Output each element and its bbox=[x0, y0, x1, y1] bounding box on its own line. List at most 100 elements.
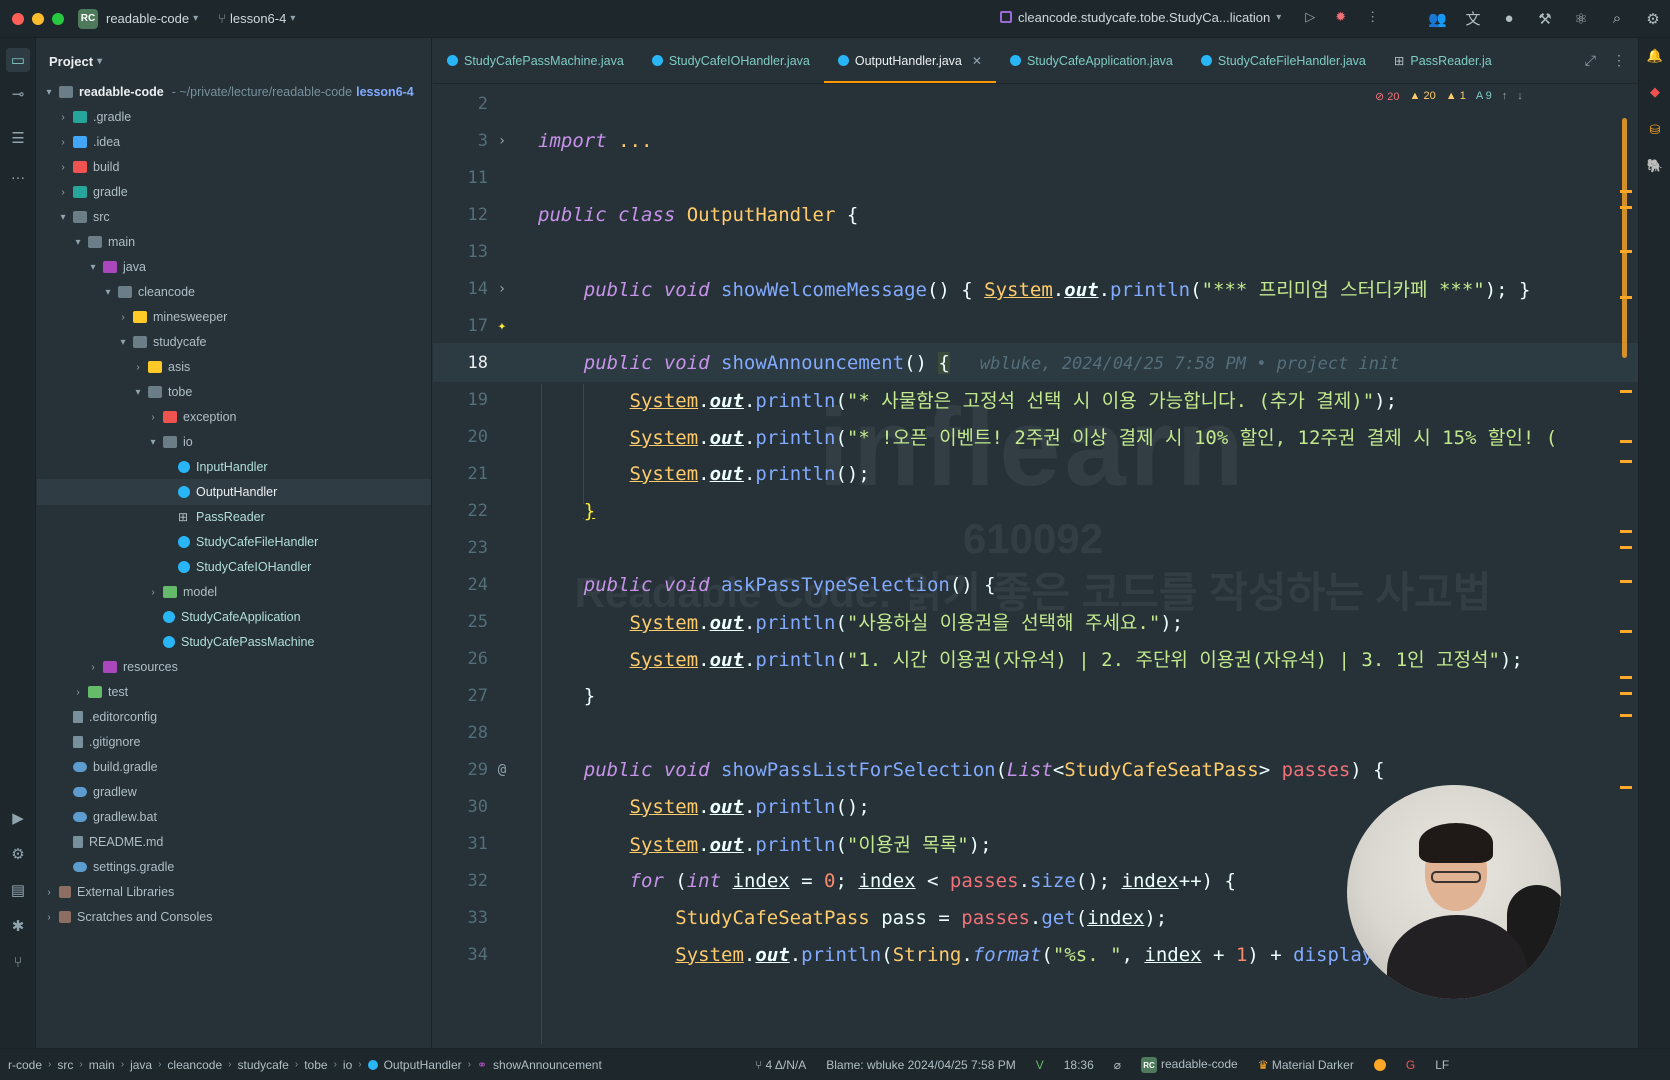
breadcrumb-item[interactable]: src bbox=[57, 1058, 73, 1072]
ai-assistant-icon[interactable]: ● bbox=[1500, 10, 1518, 27]
tree-item[interactable]: StudyCafeIOHandler bbox=[37, 554, 431, 580]
tree-item[interactable]: StudyCafeApplication bbox=[37, 604, 431, 630]
error-marker[interactable] bbox=[1620, 390, 1632, 393]
caret-position[interactable]: 18:36 bbox=[1064, 1058, 1094, 1072]
project-panel-header[interactable]: Project ▾ bbox=[37, 38, 431, 84]
status-dot-icon[interactable] bbox=[1373, 1059, 1386, 1071]
project-switcher[interactable]: readable-code ▾ bbox=[106, 11, 198, 26]
tree-item[interactable]: › model bbox=[37, 579, 431, 605]
tree-item[interactable]: ▾ cleancode bbox=[37, 279, 431, 305]
tab-passreader[interactable]: ⊞ PassReader.ja bbox=[1380, 38, 1506, 83]
folded-imports[interactable]: ... bbox=[618, 130, 652, 152]
terminal-icon[interactable]: ▤ bbox=[6, 878, 30, 902]
breadcrumb-item[interactable]: tobe bbox=[304, 1058, 327, 1072]
fold-icon[interactable]: › bbox=[488, 133, 516, 149]
error-marker[interactable] bbox=[1620, 250, 1632, 253]
tree-item[interactable]: › gradle bbox=[37, 179, 431, 205]
fold-icon[interactable]: › bbox=[488, 281, 516, 297]
notifications-icon[interactable]: 🔔 bbox=[1647, 48, 1663, 64]
tree-item[interactable]: settings.gradle bbox=[37, 854, 431, 880]
tree-item[interactable]: README.md bbox=[37, 829, 431, 855]
next-highlight-icon[interactable]: ↓ bbox=[1517, 90, 1523, 102]
previous-highlight-icon[interactable]: ↑ bbox=[1502, 90, 1508, 102]
inspection-widget[interactable]: ⊘ 20 ▲ 20 ▲ 1 A 9 ↑ ↓ bbox=[1375, 84, 1555, 108]
grammar-icon[interactable]: G bbox=[1406, 1058, 1415, 1072]
error-marker[interactable] bbox=[1620, 206, 1632, 209]
tab-outputhandler[interactable]: OutputHandler.java ✕ bbox=[823, 38, 997, 83]
tree-item[interactable]: › asis bbox=[37, 354, 431, 380]
line-separator[interactable]: LF bbox=[1435, 1058, 1449, 1072]
more-tools-icon[interactable]: … bbox=[6, 162, 30, 186]
error-marker[interactable] bbox=[1620, 676, 1632, 679]
structure-icon[interactable]: ☰ bbox=[6, 126, 30, 150]
tree-item[interactable]: ▾ studycafe bbox=[37, 329, 431, 355]
search-icon[interactable]: ⌕ bbox=[1608, 10, 1626, 27]
plugin-icon[interactable]: ⚛ bbox=[1572, 10, 1590, 28]
git-icon[interactable]: ⑂ bbox=[6, 950, 30, 974]
error-marker[interactable] bbox=[1620, 190, 1632, 193]
tab-studycafefilehandler[interactable]: StudyCafeFileHandler.java bbox=[1187, 38, 1380, 83]
tree-item[interactable]: › exception bbox=[37, 404, 431, 430]
tree-item[interactable]: ▾ src bbox=[37, 204, 431, 230]
more-tabs-icon[interactable]: ⋮ bbox=[1612, 52, 1626, 69]
breadcrumb-item[interactable]: showAnnouncement bbox=[493, 1058, 602, 1072]
tree-item[interactable]: › build bbox=[37, 154, 431, 180]
settings-icon[interactable]: ⚙ bbox=[1644, 10, 1662, 28]
tree-item[interactable]: gradlew.bat bbox=[37, 804, 431, 830]
tree-item[interactable]: ▾ io bbox=[37, 429, 431, 455]
error-marker[interactable] bbox=[1620, 692, 1632, 695]
breadcrumb-item[interactable]: io bbox=[343, 1058, 352, 1072]
tree-item-selected[interactable]: OutputHandler bbox=[37, 479, 431, 505]
breadcrumb-item[interactable]: r-code bbox=[8, 1058, 42, 1072]
code-with-me-icon[interactable]: 👥 bbox=[1428, 10, 1447, 28]
build-tools-icon[interactable]: ⚒ bbox=[1536, 10, 1554, 28]
project-status[interactable]: RC readable-code bbox=[1140, 1057, 1238, 1074]
tree-item[interactable]: InputHandler bbox=[37, 454, 431, 480]
close-window-button[interactable] bbox=[12, 12, 24, 25]
tree-item[interactable]: gradlew bbox=[37, 779, 431, 805]
ai-plugin-icon[interactable]: ◆ bbox=[1647, 84, 1663, 100]
breadcrumb-item[interactable]: OutputHandler bbox=[384, 1058, 462, 1072]
debug-icon[interactable]: ✹ bbox=[1335, 9, 1346, 25]
readonly-icon[interactable]: ⌀ bbox=[1114, 1058, 1121, 1072]
error-marker[interactable] bbox=[1620, 460, 1632, 463]
tree-item[interactable]: StudyCafeFileHandler bbox=[37, 529, 431, 555]
run-tool-icon[interactable]: ▶ bbox=[6, 806, 30, 830]
tree-item[interactable]: .gitignore bbox=[37, 729, 431, 755]
database-icon[interactable]: ⛁ bbox=[1647, 122, 1663, 138]
project-view-icon[interactable]: ▭ bbox=[6, 48, 30, 72]
minimize-window-button[interactable] bbox=[32, 12, 44, 25]
vim-icon[interactable]: V bbox=[1036, 1058, 1044, 1072]
error-marker[interactable] bbox=[1620, 530, 1632, 533]
run-icon[interactable]: ▷ bbox=[1305, 9, 1315, 25]
tree-item[interactable]: ▾ java bbox=[37, 254, 431, 280]
theme-status[interactable]: ♛ Material Darker bbox=[1258, 1058, 1354, 1072]
gradle-tool-icon[interactable]: 🐘 bbox=[1647, 158, 1663, 174]
tab-studycafepassmachine[interactable]: StudyCafePassMachine.java bbox=[433, 38, 638, 83]
breadcrumb-item[interactable]: main bbox=[89, 1058, 115, 1072]
error-marker[interactable] bbox=[1620, 630, 1632, 633]
error-marker[interactable] bbox=[1620, 440, 1632, 443]
translate-icon[interactable]: 文 bbox=[1464, 8, 1482, 29]
tree-item[interactable]: .editorconfig bbox=[37, 704, 431, 730]
tree-item[interactable]: ⊞ PassReader bbox=[37, 504, 431, 530]
run-configuration-selector[interactable]: cleancode.studycafe.tobe.StudyCa...licat… bbox=[1000, 9, 1379, 25]
annotation-icon[interactable]: @ bbox=[488, 762, 516, 778]
tree-item[interactable]: build.gradle bbox=[37, 754, 431, 780]
tab-studycafeapplication[interactable]: StudyCafeApplication.java bbox=[996, 38, 1187, 83]
tree-item[interactable]: › .gradle bbox=[37, 104, 431, 130]
breadcrumb-item[interactable]: studycafe bbox=[237, 1058, 288, 1072]
expand-icon[interactable]: ⤢ bbox=[1585, 52, 1596, 69]
error-marker[interactable] bbox=[1620, 714, 1632, 717]
close-tab-icon[interactable]: ✕ bbox=[972, 54, 982, 68]
git-blame-status[interactable]: Blame: wbluke 2024/04/25 7:58 PM bbox=[826, 1058, 1015, 1072]
tree-item[interactable]: › Scratches and Consoles bbox=[37, 904, 431, 930]
tree-item[interactable]: › resources bbox=[37, 654, 431, 680]
tree-item[interactable]: StudyCafePassMachine bbox=[37, 629, 431, 655]
lightbulb-icon[interactable]: ✦ bbox=[488, 318, 516, 334]
branch-switcher[interactable]: ⑂ lesson6-4 ▾ bbox=[218, 11, 295, 26]
error-marker[interactable] bbox=[1620, 580, 1632, 583]
tree-root[interactable]: ▾ readable-code - ~/private/lecture/read… bbox=[37, 79, 431, 105]
tree-item[interactable]: › minesweeper bbox=[37, 304, 431, 330]
tree-item[interactable]: › External Libraries bbox=[37, 879, 431, 905]
